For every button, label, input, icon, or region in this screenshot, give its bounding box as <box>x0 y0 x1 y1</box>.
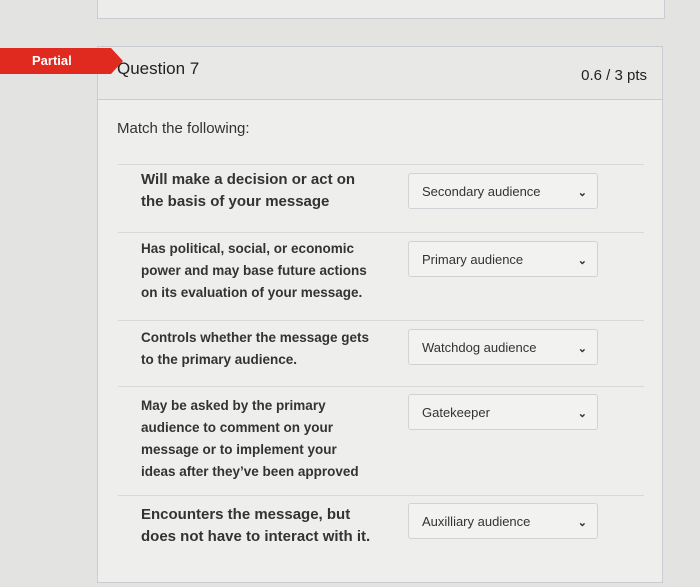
question-points: 0.6 / 3 pts <box>581 67 647 84</box>
partial-score-badge: Partial <box>0 48 123 74</box>
question-card: Question 7 0.6 / 3 pts Match the followi… <box>97 46 663 583</box>
selected-option: Auxilliary audience <box>422 514 531 529</box>
match-select[interactable]: Primary audience ⌄ <box>408 241 598 277</box>
match-select[interactable]: Watchdog audience ⌄ <box>408 329 598 365</box>
match-row: Will make a decision or act on the basis… <box>118 164 644 232</box>
chevron-down-icon: ⌄ <box>577 408 587 420</box>
chevron-down-icon: ⌄ <box>577 517 587 529</box>
match-statement: Controls whether the message gets to the… <box>141 330 370 367</box>
match-select[interactable]: Secondary audience ⌄ <box>408 173 598 209</box>
previous-question-card-edge <box>97 0 665 19</box>
selected-option: Secondary audience <box>422 184 541 199</box>
match-select[interactable]: Auxilliary audience ⌄ <box>408 503 598 539</box>
match-row: May be asked by the primary audience to … <box>118 386 644 495</box>
selected-option: Primary audience <box>422 252 524 267</box>
match-row: Encounters the message, but does not hav… <box>118 495 644 565</box>
question-header: Question 7 0.6 / 3 pts <box>98 47 662 100</box>
match-row: Has political, social, or economic power… <box>118 232 644 320</box>
chevron-down-icon: ⌄ <box>577 187 587 199</box>
selected-option: Gatekeeper <box>422 405 490 420</box>
match-statement: Encounters the message, but does not hav… <box>141 506 371 545</box>
question-title: Question 7 <box>117 59 200 78</box>
selected-option: Watchdog audience <box>422 340 537 355</box>
question-prompt: Match the following: <box>117 120 250 137</box>
chevron-down-icon: ⌄ <box>577 255 587 267</box>
match-row: Controls whether the message gets to the… <box>118 320 644 386</box>
chevron-down-icon: ⌄ <box>577 343 587 355</box>
match-statement: Has political, social, or economic power… <box>141 241 367 300</box>
match-statement: Will make a decision or act on the basis… <box>141 171 356 210</box>
match-statement: May be asked by the primary audience to … <box>141 398 359 479</box>
badge-label: Partial <box>32 53 72 68</box>
match-select[interactable]: Gatekeeper ⌄ <box>408 394 598 430</box>
